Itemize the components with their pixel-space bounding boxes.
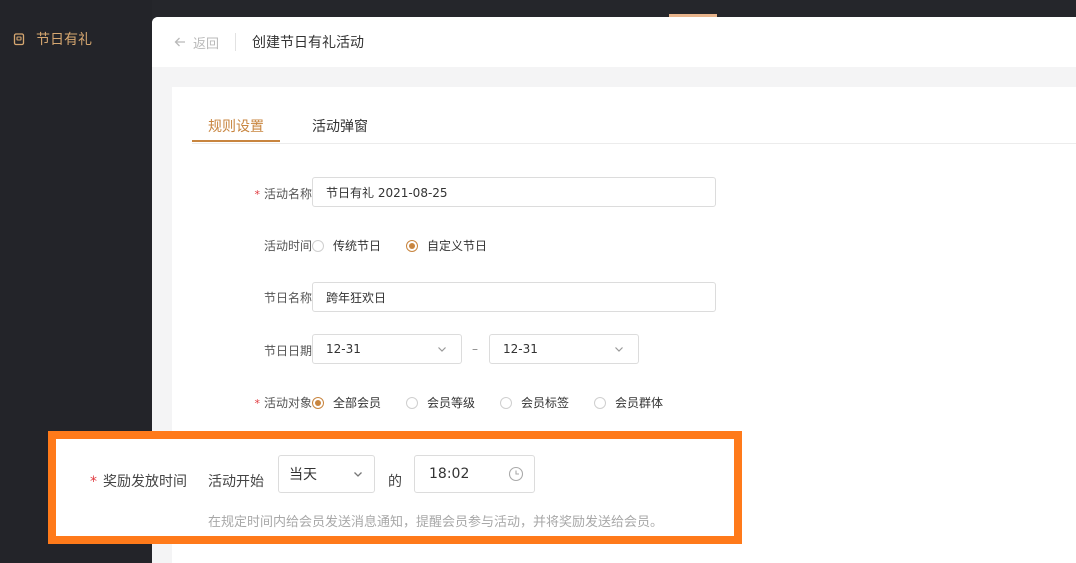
festival-date-end-select[interactable]: 12-31 [489,334,639,364]
arrow-left-icon [173,35,187,49]
gift-icon [12,32,26,46]
radio-member-group[interactable]: 会员群体 [594,394,663,411]
reward-time-label: * 奖励发放时间 [90,474,187,490]
radio-member-level[interactable]: 会员等级 [406,394,475,411]
tab-activity-popup[interactable]: 活动弹窗 [312,116,368,136]
reward-day-select[interactable]: 当天 [278,455,375,493]
radio-dot-checked [406,239,418,252]
radio-custom-festival[interactable]: 自定义节日 [406,237,487,254]
reward-time-picker[interactable]: 18:02 [414,455,535,493]
reward-time-hint: 在规定时间内给会员发送消息通知，提醒会员参与活动，并将奖励发送给会员。 [208,515,664,530]
festival-date-label: 节日日期 [263,344,312,358]
back-label: 返回 [193,36,220,52]
target-label: * 活动对象 [254,396,312,410]
activity-name-input[interactable]: 节日有礼 2021-08-25 [312,177,716,207]
tab-rule-settings[interactable]: 规则设置 [208,116,264,136]
back-button[interactable]: 返回 [173,33,219,52]
date-range-separator: – [472,342,478,356]
tab-bar: 规则设置 活动弹窗 [192,87,1076,144]
required-mark: * [254,188,260,201]
festival-name-label: 节日名称 [263,291,312,305]
header-divider [235,33,237,51]
radio-traditional-festival[interactable]: 传统节日 [312,237,381,254]
activity-time-label: 活动时间 [263,239,312,253]
reward-time-connector: 的 [388,474,402,490]
page-header: 返回 创建节日有礼活动 [152,17,1076,67]
tab-active-indicator [192,140,280,142]
clock-icon [508,466,524,482]
radio-dot [312,239,324,252]
radio-dot [594,396,606,409]
chevron-down-icon [613,343,625,355]
radio-dot [500,396,512,409]
required-mark: * [90,474,97,490]
required-mark: * [254,397,260,410]
sidebar-item-festival-gift[interactable]: 节日有礼 [12,29,92,49]
radio-dot-checked [312,396,324,409]
festival-name-input[interactable]: 跨年狂欢日 [312,282,716,312]
sidebar-item-label: 节日有礼 [36,32,92,48]
radio-member-tag[interactable]: 会员标签 [500,394,569,411]
page-title: 创建节日有礼活动 [252,35,365,51]
reward-time-highlight: * 奖励发放时间 活动开始 当天 的 18:02 在规定时间内给会员发送消息通知，… [48,431,742,544]
radio-all-members[interactable]: 全部会员 [312,394,381,411]
activity-name-label: * 活动名称 [254,187,312,201]
chevron-down-icon [352,468,364,480]
chevron-down-icon [436,343,448,355]
reward-time-prefix: 活动开始 [208,474,264,490]
festival-date-start-select[interactable]: 12-31 [312,334,462,364]
radio-dot [406,396,418,409]
